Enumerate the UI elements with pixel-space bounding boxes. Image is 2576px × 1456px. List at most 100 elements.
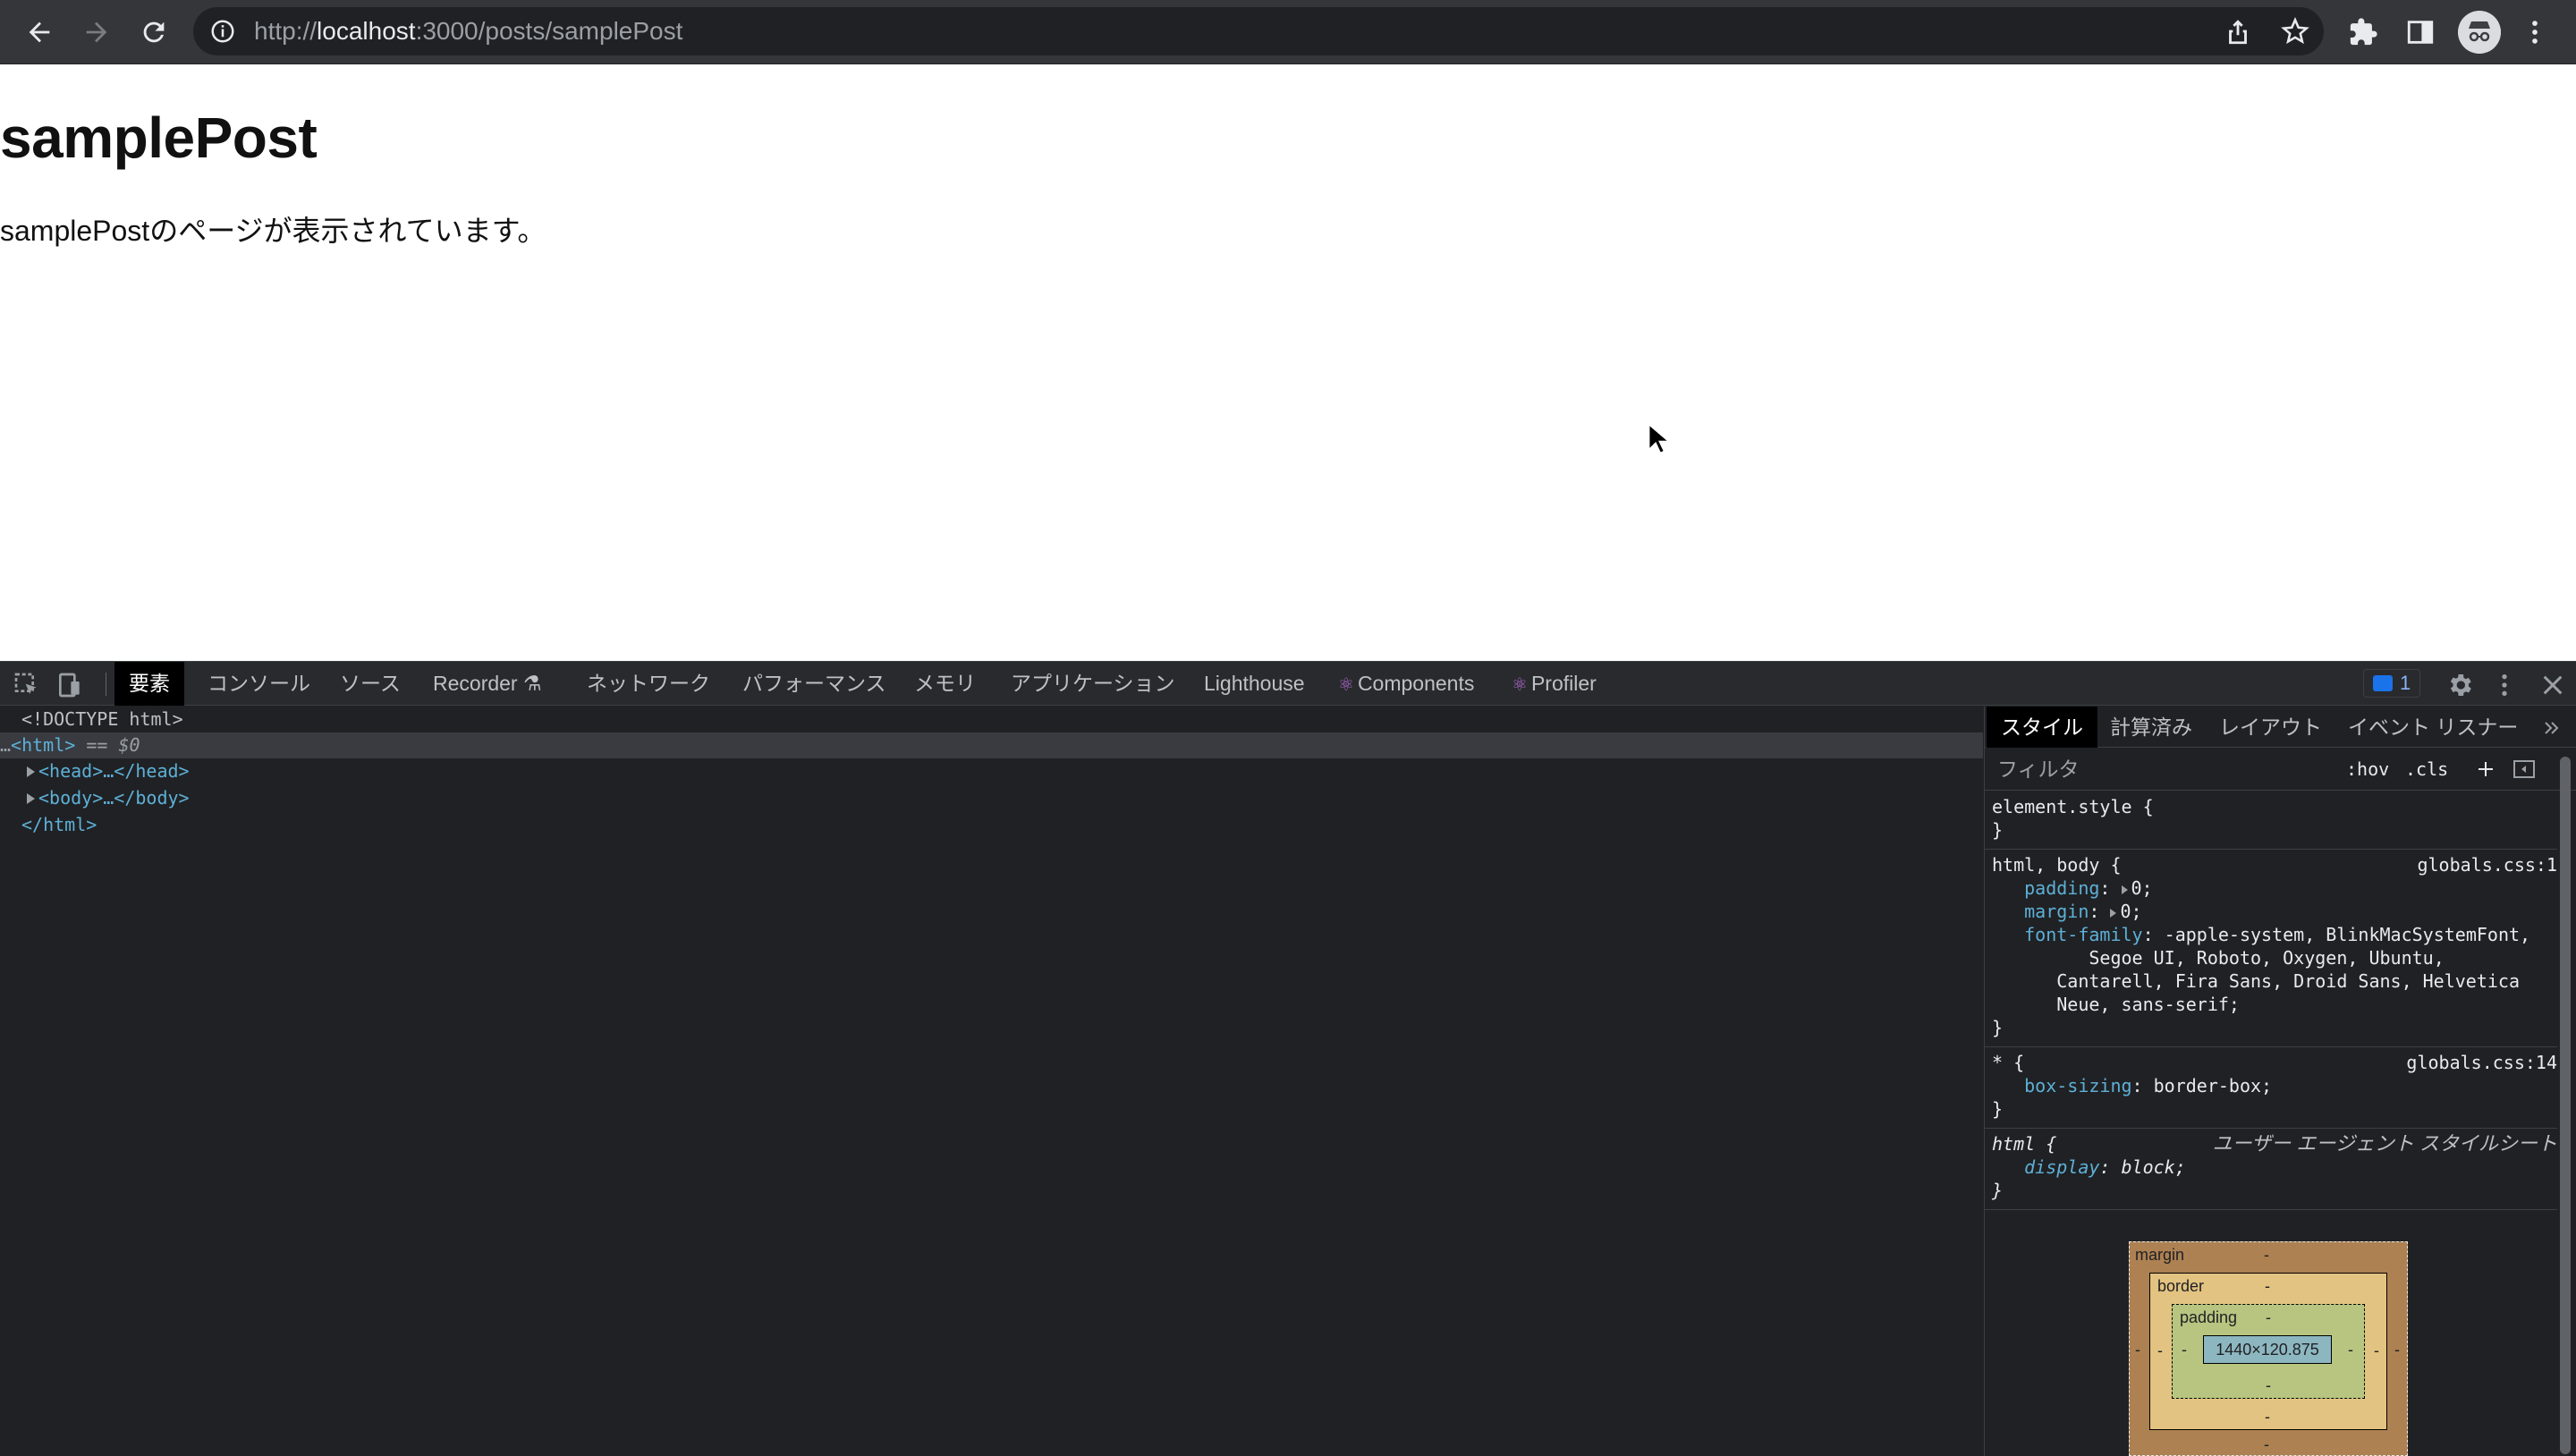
device-toolbar-icon[interactable] — [55, 671, 84, 699]
padding-left-value[interactable]: - — [2182, 1341, 2187, 1359]
tab-lighthouse[interactable]: Lighthouse — [1204, 662, 1305, 706]
message-icon — [2373, 675, 2393, 691]
dom-node-head[interactable]: <head>…</head> — [27, 758, 190, 784]
reload-button[interactable] — [134, 13, 174, 52]
browser-menu-button[interactable] — [2515, 13, 2555, 52]
close-icon[interactable] — [2538, 671, 2567, 699]
border-top-value[interactable]: - — [2265, 1277, 2270, 1296]
expand-triangle-icon[interactable] — [27, 766, 35, 777]
padding-top-value[interactable]: - — [2266, 1308, 2271, 1327]
gear-icon[interactable] — [2445, 671, 2474, 699]
box-model-padding[interactable]: padding - - - - 1440×120.875 — [2172, 1304, 2365, 1399]
rule-html-body[interactable]: html, body {globals.css:1 padding: 0; ma… — [1985, 850, 2557, 1047]
rule-universal[interactable]: * {globals.css:14 box-sizing: border-box… — [1985, 1047, 2557, 1129]
dom-node-html-selected[interactable]: …<html> == $0 — [0, 732, 1983, 758]
dom-html-close[interactable]: </html> — [21, 812, 97, 838]
source-link[interactable]: globals.css:14 — [2406, 1051, 2557, 1074]
box-model-margin[interactable]: margin - - - - border - - - - padding - … — [2129, 1241, 2408, 1456]
padding-right-value[interactable]: - — [2348, 1341, 2353, 1359]
side-panel-button[interactable] — [2401, 13, 2440, 52]
styles-tabbar: スタイル 計算済み レイアウト イベント リスナー — [1985, 707, 2576, 748]
tab-computed[interactable]: 計算済み — [2110, 707, 2192, 748]
filter-input[interactable]: フィルタ — [1997, 748, 2080, 791]
profile-avatar[interactable] — [2458, 11, 2501, 54]
doctype-text: <!DOCTYPE html> — [21, 708, 183, 730]
arrow-left-icon — [29, 21, 50, 43]
tab-components[interactable]: ⚛ Components — [1338, 662, 1474, 706]
share-button[interactable] — [2218, 12, 2258, 51]
prop-name[interactable]: padding — [2024, 877, 2099, 899]
bookmark-button[interactable] — [2275, 12, 2315, 51]
rule-element-style[interactable]: element.style { } — [1985, 791, 2557, 850]
box-model-content[interactable]: 1440×120.875 — [2203, 1335, 2332, 1364]
margin-bottom-value[interactable]: - — [2264, 1435, 2269, 1454]
padding-bottom-value[interactable]: - — [2266, 1376, 2271, 1395]
expand-triangle-icon[interactable] — [27, 793, 35, 804]
dom-node-body[interactable]: <body>…</body> — [27, 785, 190, 811]
box-model-border[interactable]: border - - - - padding - - - - 1440×120.… — [2149, 1273, 2387, 1430]
padding-label: padding — [2180, 1308, 2238, 1326]
rule-selector: html { — [1992, 1133, 2057, 1155]
tab-network[interactable]: ネットワーク — [587, 662, 710, 706]
inspect-element-icon[interactable] — [13, 671, 41, 699]
styles-scrollbar[interactable] — [2560, 757, 2571, 1454]
share-icon — [2229, 20, 2247, 45]
rule-user-agent-html[interactable]: html {ユーザー エージェント スタイルシート display: block… — [1985, 1129, 2557, 1210]
border-bottom-value[interactable]: - — [2265, 1408, 2270, 1426]
prop-name: display — [2024, 1156, 2100, 1178]
tab-styles[interactable]: スタイル — [1987, 707, 2097, 748]
prop-name[interactable]: font-family — [2024, 924, 2142, 945]
cls-button[interactable]: .cls — [2405, 748, 2448, 791]
tab-sources[interactable]: ソース — [340, 662, 401, 706]
hov-button[interactable]: :hov — [2346, 748, 2389, 791]
border-left-value[interactable]: - — [2157, 1342, 2163, 1360]
source-link[interactable]: globals.css:1 — [2417, 853, 2557, 876]
devtools-tabbar: 要素 コンソール ソース Recorder ⚗ ネットワーク パフォーマンス メ… — [0, 661, 2576, 706]
tab-memory[interactable]: メモリ — [914, 662, 976, 706]
more-vertical-icon[interactable] — [2490, 671, 2519, 699]
tab-console[interactable]: コンソール — [208, 662, 310, 706]
css-rules: element.style { } html, body {globals.cs… — [1985, 791, 2557, 1210]
tab-profiler-label: Profiler — [1530, 672, 1597, 695]
issues-count: 1 — [2400, 672, 2411, 694]
margin-left-value[interactable]: - — [2135, 1341, 2140, 1359]
prop-name[interactable]: margin — [2024, 901, 2089, 922]
margin-right-value[interactable]: - — [2394, 1341, 2400, 1359]
dom-tree: <!DOCTYPE html> …<html> == $0 <head>…</h… — [0, 707, 1983, 1456]
chevron-double-right-icon[interactable] — [2541, 717, 2563, 739]
prop-value[interactable]: 0; — [2131, 877, 2153, 899]
tab-elements[interactable]: 要素 — [114, 662, 184, 706]
back-button[interactable] — [20, 13, 59, 52]
url-text[interactable]: http://localhost:3000/posts/samplePost — [254, 7, 682, 55]
tab-application[interactable]: アプリケーション — [1011, 662, 1175, 706]
info-icon[interactable] — [209, 18, 236, 45]
prop-value[interactable]: 0; — [2120, 901, 2141, 922]
margin-top-value[interactable]: - — [2264, 1246, 2269, 1265]
star-icon — [2281, 17, 2309, 45]
prop-value[interactable]: -apple-system, BlinkMacSystemFont, — [2165, 924, 2530, 945]
prop-value-cont: Segoe UI, Roboto, Oxygen, Ubuntu, — [2089, 947, 2445, 969]
issues-badge[interactable]: 1 — [2363, 669, 2421, 698]
prop-value[interactable]: border-box; — [2154, 1075, 2272, 1096]
dom-doctype[interactable]: <!DOCTYPE html> — [21, 707, 183, 732]
tab-components-label: Components — [1357, 672, 1475, 695]
tab-profiler[interactable]: ⚛ Profiler — [1512, 662, 1597, 706]
url-prefix: http:// — [254, 17, 318, 45]
prop-value-cont: Neue, sans-serif; — [2056, 994, 2240, 1015]
expand-triangle-icon[interactable] — [2110, 909, 2117, 918]
address-bar[interactable]: http://localhost:3000/posts/samplePost — [193, 7, 2324, 55]
border-right-value[interactable]: - — [2374, 1342, 2379, 1360]
tab-recorder[interactable]: Recorder ⚗ — [433, 662, 542, 706]
tab-event-listeners[interactable]: イベント リスナー — [2348, 707, 2518, 748]
expand-triangle-icon[interactable] — [2121, 885, 2128, 894]
extensions-button[interactable] — [2343, 13, 2383, 52]
forward-button[interactable] — [77, 13, 116, 52]
url-host: localhost — [317, 17, 416, 45]
tab-performance[interactable]: パフォーマンス — [742, 662, 886, 706]
tab-layout[interactable]: レイアウト — [2219, 707, 2322, 748]
prop-name[interactable]: box-sizing — [2024, 1075, 2131, 1096]
plus-icon[interactable] — [2475, 758, 2496, 780]
toggle-sidebar-icon[interactable] — [2512, 758, 2536, 780]
margin-label: margin — [2135, 1246, 2185, 1264]
incognito-avatar-icon — [2458, 11, 2501, 54]
